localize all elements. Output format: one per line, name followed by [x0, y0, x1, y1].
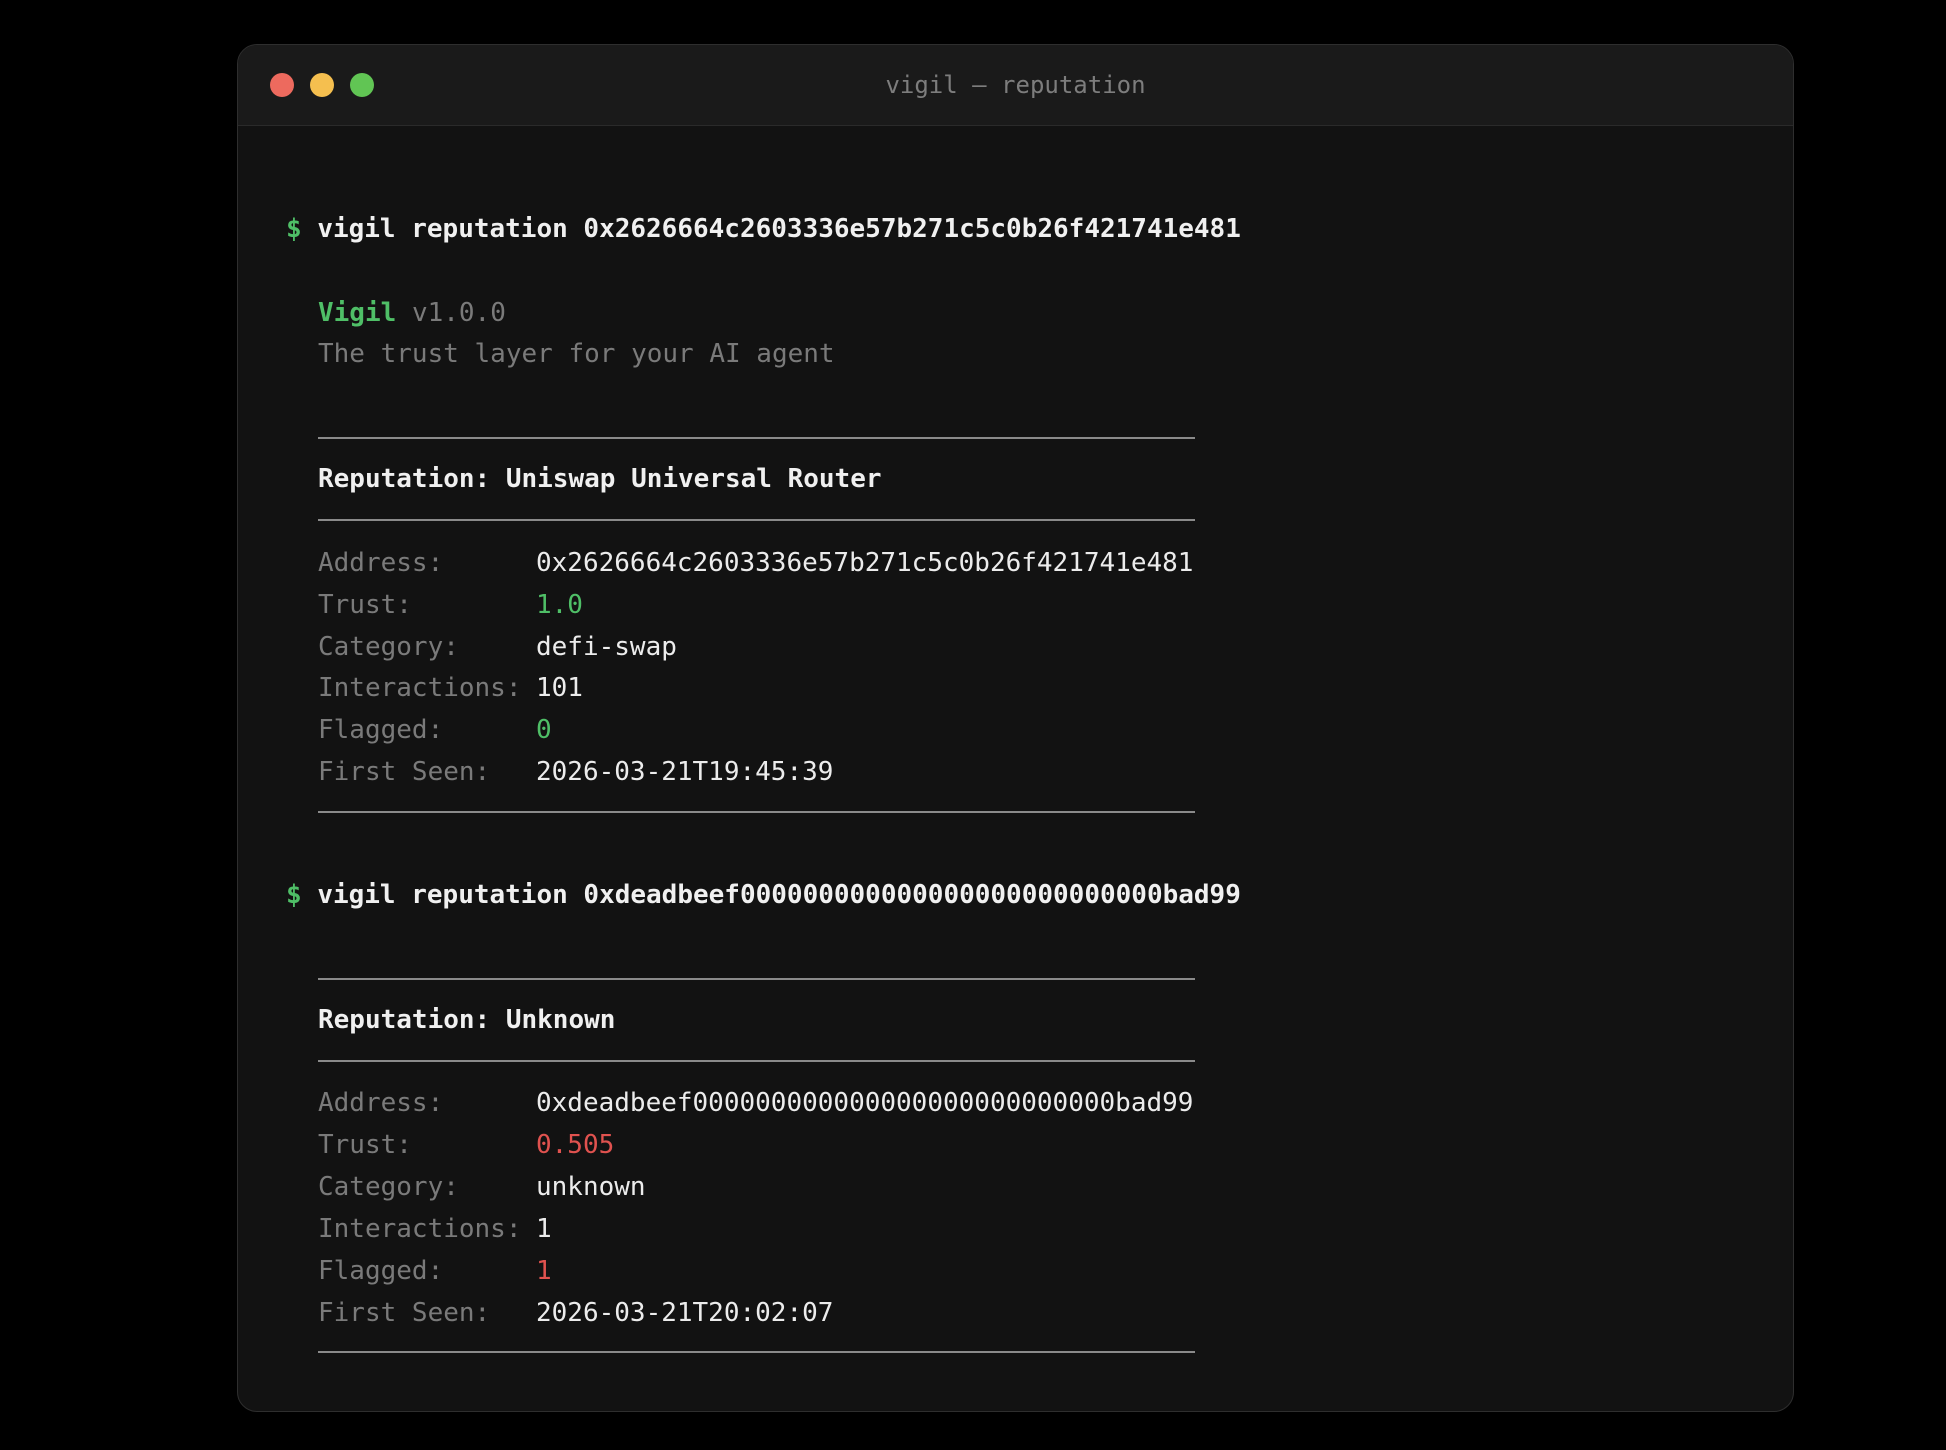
interactions-value: 1	[536, 1214, 552, 1244]
field-label: Interactions:	[318, 1214, 522, 1244]
field-label: Flagged:	[318, 1256, 444, 1286]
version-text: v1.0.0	[411, 298, 506, 328]
field-label: Category:	[318, 1172, 459, 1202]
field-label: Category:	[318, 632, 459, 662]
category-value: defi-swap	[536, 632, 677, 662]
command-text: vigil reputation 0xdeadbeef0000000000000…	[317, 880, 1241, 910]
banner-line: Vigil v1.0.0	[318, 297, 506, 329]
field-label: Flagged:	[318, 715, 444, 745]
brand-name: Vigil	[318, 298, 397, 328]
tagline: The trust layer for your AI agent	[318, 339, 835, 369]
field-label: Trust:	[318, 590, 412, 620]
trust-value: 0.505	[536, 1130, 615, 1160]
command-text: vigil reputation 0x2626664c2603336e57b27…	[317, 214, 1241, 244]
report-heading: Reputation: Unknown	[318, 1005, 616, 1035]
address-value: 0xdeadbeef000000000000000000000000000bad…	[536, 1088, 1194, 1118]
first-seen-value: 2026-03-21T19:45:39	[536, 757, 834, 787]
interactions-value: 101	[536, 673, 583, 703]
terminal-output[interactable]: $ vigil reputation 0x2626664c2603336e57b…	[238, 45, 1793, 1411]
divider	[318, 811, 1195, 813]
terminal-window: vigil — reputation $ vigil reputation 0x…	[237, 44, 1794, 1412]
category-value: unknown	[536, 1172, 646, 1202]
divider	[318, 1351, 1195, 1353]
prompt-symbol: $	[286, 214, 302, 244]
command-line-2: $ vigil reputation 0xdeadbeef00000000000…	[286, 879, 1241, 911]
report-heading: Reputation: Uniswap Universal Router	[318, 464, 882, 494]
prompt-symbol: $	[286, 880, 302, 910]
trust-value: 1.0	[536, 590, 583, 620]
address-value: 0x2626664c2603336e57b271c5c0b26f421741e4…	[536, 548, 1194, 578]
first-seen-value: 2026-03-21T20:02:07	[536, 1298, 834, 1328]
field-label: Address:	[318, 548, 444, 578]
divider	[318, 519, 1195, 521]
field-label: First Seen:	[318, 757, 491, 787]
divider	[318, 1060, 1195, 1062]
field-label: Interactions:	[318, 673, 522, 703]
divider	[318, 437, 1195, 439]
field-label: First Seen:	[318, 1298, 491, 1328]
flagged-value: 1	[536, 1256, 552, 1286]
divider	[318, 978, 1195, 980]
command-line-1: $ vigil reputation 0x2626664c2603336e57b…	[286, 213, 1241, 245]
field-label: Trust:	[318, 1130, 412, 1160]
flagged-value: 0	[536, 715, 552, 745]
field-label: Address:	[318, 1088, 444, 1118]
